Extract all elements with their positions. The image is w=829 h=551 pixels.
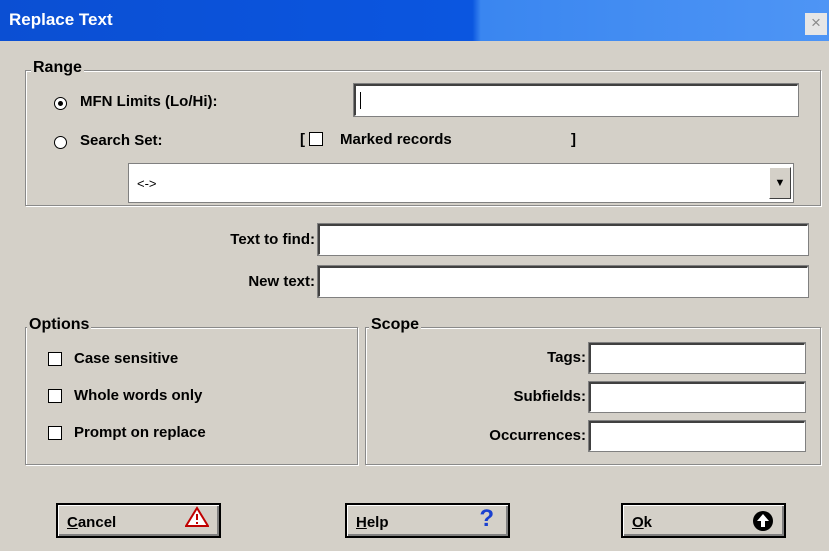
help-button[interactable]: Help ? (345, 503, 510, 538)
case-sensitive-checkbox[interactable] (48, 352, 62, 366)
search-set-dropdown[interactable]: <-> ▼ (128, 163, 794, 203)
search-set-label: Search Set: (80, 132, 163, 149)
marked-records-label: Marked records (340, 131, 452, 148)
options-legend: Options (27, 316, 92, 334)
marked-records-close-bracket: ] (571, 131, 576, 148)
occurrences-label: Occurrences: (489, 427, 586, 444)
new-text-input[interactable] (317, 265, 809, 298)
whole-words-label: Whole words only (74, 387, 203, 404)
subfields-label: Subfields: (513, 388, 586, 405)
help-button-label: Help (356, 514, 389, 531)
search-set-radio[interactable] (54, 136, 67, 149)
cancel-button[interactable]: Cancel (56, 503, 221, 538)
tags-label: Tags: (547, 349, 586, 366)
help-question-icon: ? (479, 505, 494, 532)
cancel-button-label: Cancel (67, 514, 117, 531)
case-sensitive-label: Case sensitive (74, 350, 179, 367)
new-text-label: New text: (248, 273, 315, 290)
close-icon: × (811, 13, 821, 32)
text-cursor (360, 92, 361, 109)
ok-button-label: Ok (632, 514, 653, 531)
title-bar[interactable]: Replace Text × (0, 0, 829, 41)
occurrences-input[interactable] (588, 420, 806, 452)
text-to-find-input[interactable] (317, 223, 809, 256)
prompt-on-replace-checkbox[interactable] (48, 426, 62, 440)
subfields-input[interactable] (588, 381, 806, 413)
up-arrow-circle-icon (752, 510, 774, 538)
marked-records-open-bracket: [ (300, 131, 305, 148)
marked-records-checkbox[interactable] (309, 132, 323, 146)
mfn-limits-label: MFN Limits (Lo/Hi): (80, 93, 218, 110)
warning-triangle-icon (184, 506, 210, 534)
dropdown-arrow-button[interactable]: ▼ (769, 167, 791, 199)
scope-legend: Scope (369, 316, 422, 334)
tags-input[interactable] (588, 342, 806, 374)
ok-button[interactable]: Ok (621, 503, 786, 538)
mfn-limits-radio[interactable] (54, 97, 67, 110)
whole-words-checkbox[interactable] (48, 389, 62, 403)
window-title: Replace Text (9, 10, 113, 29)
close-button[interactable]: × (805, 13, 827, 35)
range-legend: Range (31, 59, 84, 77)
text-to-find-label: Text to find: (230, 231, 315, 248)
chevron-down-icon: ▼ (774, 177, 786, 189)
prompt-on-replace-label: Prompt on replace (74, 424, 206, 441)
mfn-limits-input[interactable] (353, 83, 799, 117)
search-set-dropdown-value: <-> (137, 176, 157, 191)
